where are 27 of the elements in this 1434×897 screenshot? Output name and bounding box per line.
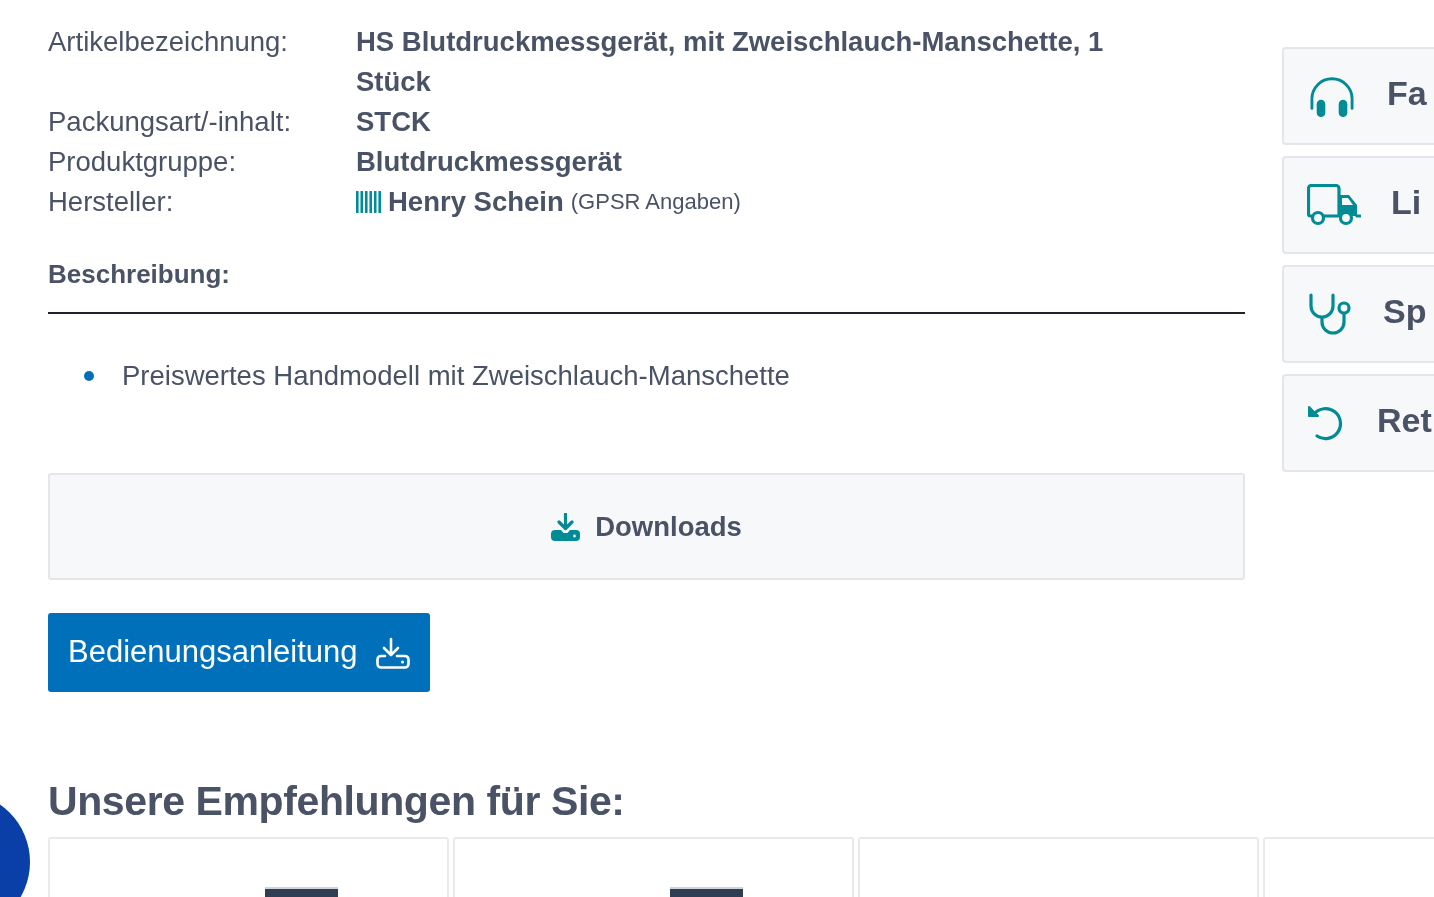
service-link[interactable]: Sp xyxy=(1282,265,1434,363)
bullet-icon xyxy=(84,371,94,381)
bullet-text: Preiswertes Handmodell mit Zweischlauch-Manschette xyxy=(122,359,790,393)
field-label: Packungsart/-inhalt: xyxy=(48,105,293,139)
field-value: STCK xyxy=(356,105,432,139)
manual-download-button[interactable]: Bedienungsanleitung xyxy=(48,613,430,692)
section-heading: Unsere Empfehlungen für Sie: xyxy=(48,777,626,825)
barcode-icon xyxy=(356,191,381,213)
stethoscope-icon xyxy=(1307,292,1353,336)
product-card[interactable] xyxy=(453,837,854,897)
service-link[interactable]: Ret xyxy=(1282,374,1434,472)
headset-icon xyxy=(1307,74,1357,118)
field-label: Produktgruppe: xyxy=(48,145,238,179)
truck-icon xyxy=(1307,184,1361,226)
downloads-toggle[interactable]: Downloads xyxy=(48,473,1245,580)
field-value: HS Blutdruckmessgerät, mit Zweischlauch-Manschette, 1 Stück xyxy=(356,25,1105,99)
gpsr-info-link[interactable]: (GPSR Angaben) xyxy=(570,182,741,222)
download-icon xyxy=(551,512,581,541)
field-label: Artikelbezeichnung: xyxy=(48,25,289,59)
field-value: Blutdruckmessgerät xyxy=(356,145,623,179)
product-card[interactable] xyxy=(48,837,449,897)
service-link[interactable]: Li xyxy=(1282,156,1434,254)
field-label: Hersteller: xyxy=(48,185,175,219)
section-heading: Beschreibung: xyxy=(48,258,232,291)
manufacturer-name: Henry Schein xyxy=(388,185,564,219)
service-link[interactable]: Fa xyxy=(1282,47,1434,145)
download-icon xyxy=(375,636,410,669)
